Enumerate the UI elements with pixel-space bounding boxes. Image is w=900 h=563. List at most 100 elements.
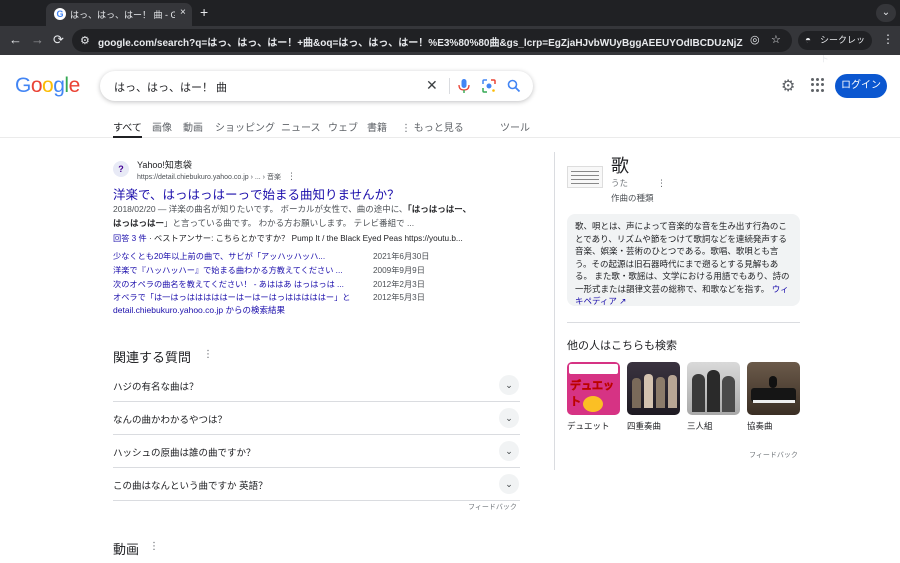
also-search-card[interactable]: 四重奏曲 — [627, 362, 680, 432]
card-label: 協奏曲 — [747, 421, 773, 431]
knowledge-description: 歌、唄とは、声によって音楽的な音を生み出す行為のことであり、リズムや節をつけて歌… — [567, 214, 800, 306]
close-tab-icon[interactable]: × — [180, 7, 186, 18]
snippet-text: 」と言っている曲です。 わかる方お願いします。 テレビ番組で ... — [164, 217, 415, 228]
answer-text: · ベストアンサー: こちらとかですか？ Pump It / the Black… — [146, 234, 463, 243]
tab-tools[interactable]: ツール — [500, 119, 530, 134]
browser-tab[interactable]: G はっ、はっ、はー！ 曲 - Google 検索 × — [46, 3, 192, 26]
knowledge-separator — [567, 322, 800, 323]
sub-result-title[interactable]: 次のオペラの曲名を教えてください！ - あははあ はっはっは ... — [113, 278, 358, 290]
tab-videos[interactable]: 動画 — [183, 119, 203, 134]
videos-options-icon[interactable]: ⋮ — [149, 541, 159, 552]
more-results-link[interactable]: detail.chiebukuro.yahoo.co.jp からの検索結果 — [113, 304, 285, 316]
answer-count-link[interactable]: 回答 3 件 — [113, 234, 147, 243]
videos-heading: 動画 — [113, 542, 140, 557]
search-input[interactable]: はっ、はっ、はー！ 曲 — [114, 79, 227, 95]
eye-off-icon[interactable]: ◎ — [750, 33, 760, 46]
description-text: 歌、唄とは、声によって音楽的な音を生み出す行為のことであり、リズムや節をつけて歌… — [575, 221, 790, 294]
tab-more[interactable]: ⋮ もっと見る — [401, 119, 464, 134]
result-options-icon[interactable]: ⋮ — [287, 171, 296, 181]
people-also-search-heading: 他の人はこちらも検索 — [567, 340, 677, 352]
sub-result-row[interactable]: オペラで「は一はっはははははーはーはーはっはははははー」と 2012年5月3日 — [113, 291, 513, 304]
feedback-link[interactable]: フィードバック — [468, 502, 517, 512]
result-url[interactable]: https://detail.chiebukuro.yahoo.co.jp › … — [137, 171, 296, 182]
card-label: 四重奏曲 — [627, 421, 662, 431]
related-options-icon[interactable]: ⋮ — [203, 349, 213, 360]
tab-shopping[interactable]: ショッピング — [215, 119, 275, 134]
incognito-label: シークレット — [820, 35, 866, 64]
chevron-down-icon[interactable]: ⌄ — [499, 441, 519, 461]
tab-images[interactable]: 画像 — [152, 119, 172, 134]
sub-result-row[interactable]: 洋楽で『ハッハッハー』で始まる曲わかる方教えてください ... 2009年9月9日 — [113, 264, 513, 277]
also-search-card[interactable]: デュエット デュエット — [567, 362, 620, 432]
browser-menu-icon[interactable]: ⋮ — [882, 32, 894, 46]
related-question[interactable]: なんの曲かわかるやつは？ ⌄ — [113, 402, 520, 435]
chevron-down-icon[interactable]: ⌄ — [499, 375, 519, 395]
question-text: ハッシュの原曲は誰の曲ですか？ — [113, 448, 256, 459]
site-info-icon[interactable]: ⚙ — [80, 34, 90, 47]
related-question[interactable]: ハッシュの原曲は誰の曲ですか？ ⌄ — [113, 435, 520, 468]
forward-icon[interactable]: → — [31, 32, 44, 47]
new-tab-icon[interactable]: + — [200, 4, 208, 20]
reload-icon[interactable]: ⟳ — [53, 32, 64, 48]
sub-result-row[interactable]: 次のオペラの曲名を教えてください！ - あははあ はっはっは ... 2012年2… — [113, 278, 513, 291]
sub-result-title[interactable]: オペラで「は一はっはははははーはーはーはっはははははー」と — [113, 291, 358, 303]
snippet-date: 2018/02/20 — [113, 204, 156, 214]
also-search-card[interactable]: 三人組 — [687, 362, 740, 432]
browser-tab-bar: G はっ、はっ、はー！ 曲 - Google 検索 × + ⌄ — [0, 0, 900, 26]
incognito-badge[interactable]: ◓ シークレット — [798, 31, 872, 64]
login-button[interactable]: ログイン — [835, 74, 887, 98]
sub-result-title[interactable]: 洋楽で『ハッハッハー』で始まる曲わかる方教えてください ... — [113, 264, 358, 276]
tab-search-icon[interactable]: ⌄ — [876, 4, 896, 22]
question-text: この曲はなんという曲ですか 英語？ — [113, 481, 268, 492]
settings-gear-icon[interactable]: ⚙ — [781, 76, 795, 96]
snippet-text: — 洋楽の曲名が知りたいです。 ボーカルが女性で、曲の途中に、 — [155, 204, 408, 214]
search-icon[interactable] — [507, 79, 521, 93]
url-text[interactable]: google.com/search?q=はっ、はっ、はー！+曲&oq=はっ、はっ… — [98, 34, 743, 49]
result-url-text: https://detail.chiebukuro.yahoo.co.jp › … — [137, 174, 281, 181]
divider — [449, 78, 450, 94]
yahoo-chiebukuro-favicon-icon: ? — [113, 161, 129, 177]
result-site-name[interactable]: Yahoo!知恵袋 — [137, 158, 192, 171]
tab-books[interactable]: 書籍 — [367, 119, 387, 134]
knowledge-thumbnail[interactable] — [567, 166, 603, 188]
knowledge-options-icon[interactable]: ⋮ — [657, 178, 666, 189]
incognito-icon: ◓ — [805, 35, 812, 46]
google-logo[interactable]: Google — [15, 74, 80, 98]
microphone-icon[interactable] — [458, 79, 470, 93]
lens-icon[interactable] — [482, 79, 496, 93]
trio-image — [687, 362, 740, 415]
sub-result-date: 2012年2月3日 — [373, 280, 425, 289]
duet-image: デュエット — [567, 362, 620, 415]
logo-letter: o — [30, 74, 43, 97]
chevron-down-icon[interactable]: ⌄ — [499, 408, 519, 428]
also-search-card[interactable]: 協奏曲 — [747, 362, 800, 432]
address-bar[interactable]: ⚙ google.com/search?q=はっ、はっ、はー！+曲&oq=はっ、… — [72, 29, 792, 52]
related-question[interactable]: この曲はなんという曲ですか 英語？ ⌄ — [113, 468, 520, 501]
knowledge-feedback-link[interactable]: フィードバック — [749, 450, 798, 460]
clear-icon[interactable]: ✕ — [426, 77, 438, 94]
google-favicon-icon: G — [54, 8, 66, 20]
snippet-highlight: はっはっはー — [113, 217, 165, 228]
bookmark-star-icon[interactable]: ☆ — [771, 33, 781, 46]
result-title-link[interactable]: 洋楽で、はっはっはーっで始まる曲知りませんか？ — [113, 184, 400, 203]
sub-result-date: 2009年9月9日 — [373, 266, 425, 275]
google-apps-icon[interactable] — [811, 78, 825, 92]
tab-web[interactable]: ウェブ — [328, 119, 358, 134]
chevron-down-icon[interactable]: ⌄ — [499, 474, 519, 494]
question-text: ハジの有名な曲は？ — [113, 382, 199, 393]
search-box[interactable]: はっ、はっ、はー！ 曲 ✕ — [100, 71, 533, 101]
sub-result-date: 2021年6月30日 — [373, 252, 430, 261]
search-tabs: すべて 画像 動画 ショッピング ニュース ウェブ 書籍 ⋮ もっと見る ツール — [0, 112, 900, 138]
knowledge-reading: うた — [611, 178, 629, 188]
tab-all[interactable]: すべて — [113, 119, 142, 138]
browser-toolbar: ← → ⟳ ⚙ google.com/search?q=はっ、はっ、はー！+曲&… — [0, 26, 900, 64]
tab-more-label: もっと見る — [413, 123, 464, 134]
related-questions-heading: 関連する質問 — [113, 350, 192, 365]
sub-result-title[interactable]: 少なくとも20年以上前の曲で、サビが「アッハッハッハ... — [113, 250, 358, 262]
related-question[interactable]: ハジの有名な曲は？ ⌄ — [113, 369, 520, 402]
logo-letter: G — [15, 74, 31, 97]
back-icon[interactable]: ← — [9, 32, 22, 47]
tab-news[interactable]: ニュース — [281, 119, 321, 134]
knowledge-type: 作曲の種類 — [611, 193, 654, 203]
sub-result-row[interactable]: 少なくとも20年以上前の曲で、サビが「アッハッハッハ... 2021年6月30日 — [113, 250, 513, 263]
